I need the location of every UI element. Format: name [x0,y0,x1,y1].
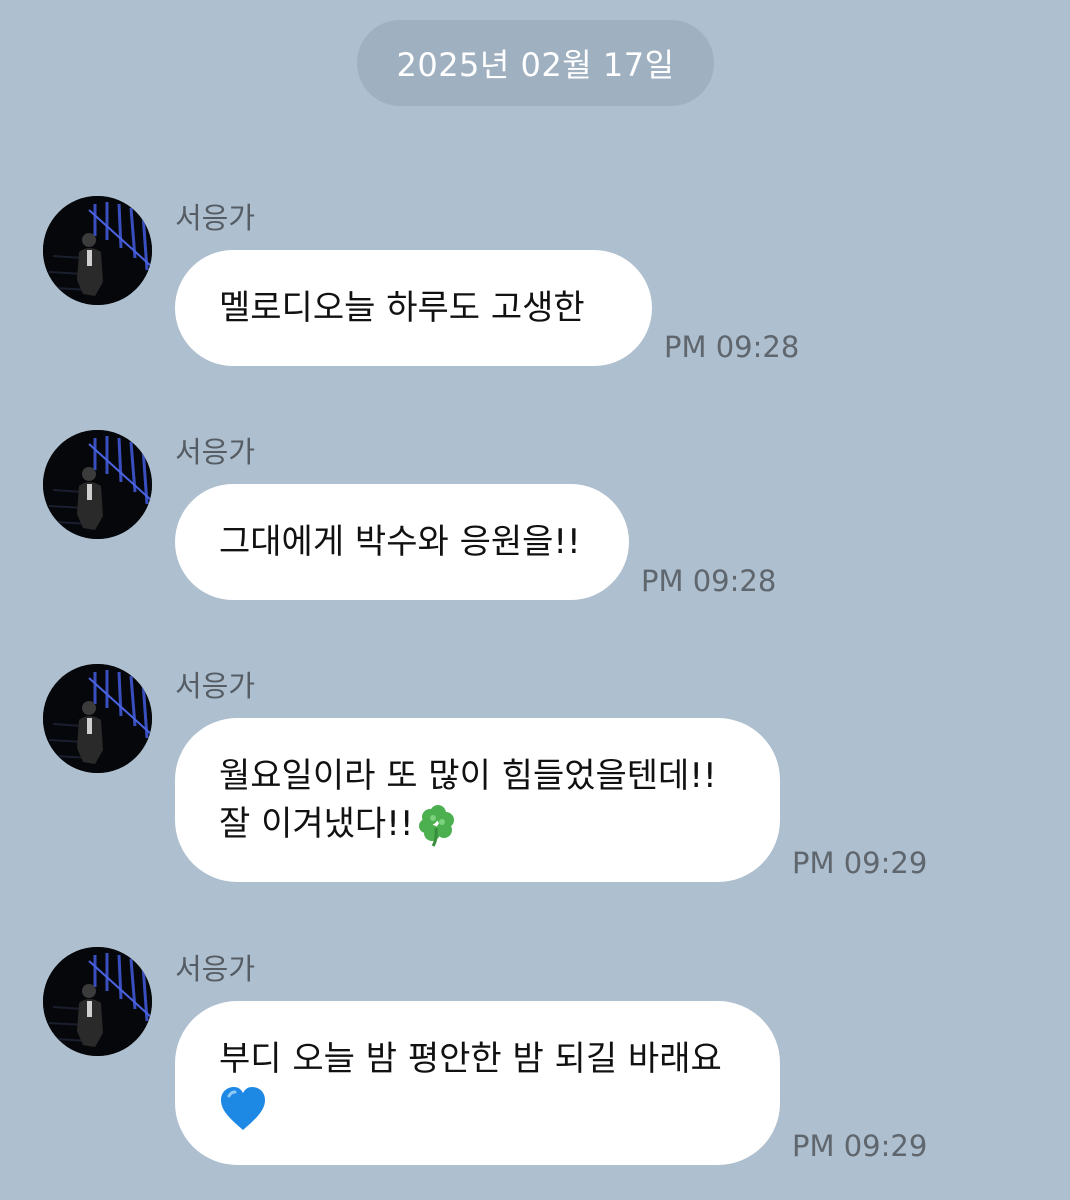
message-emoji-line [219,1083,736,1132]
message-bubble[interactable]: 부디 오늘 밤 평안한 밤 되길 바래요 [175,1001,780,1165]
message-bubble[interactable]: 그대에게 박수와 응원을!! [175,484,629,600]
message-text: 잘 이겨냈다!! [219,804,414,844]
message-text: 부디 오늘 밤 평안한 밤 되길 바래요 [219,1039,722,1079]
message-text: 그대에게 박수와 응원을!! [219,522,581,562]
message-time: PM 09:29 [792,846,928,880]
message-bubble[interactable]: 월요일이라 또 많이 힘들었을텐데!! 잘 이겨냈다!! [175,718,780,882]
sender-name: 서응가 [175,435,256,469]
sender-avatar[interactable] [43,664,152,773]
message-text-line-with-emoji: 잘 이겨냈다!! [219,800,736,848]
message-text-line: 월요일이라 또 많이 힘들었을텐데!! [219,756,717,796]
message-bubble[interactable]: 멜로디오늘 하루도 고생한 [175,250,652,366]
message-text: 멜로디오늘 하루도 고생한 [219,288,585,328]
sender-name: 서응가 [175,669,256,703]
four-leaf-clover-icon [415,804,459,848]
sender-name: 서응가 [175,952,256,986]
message-time: PM 09:28 [641,564,777,598]
message-time: PM 09:29 [792,1129,928,1163]
date-separator: 2025년 02월 17일 [357,20,714,106]
blue-heart-icon [219,1086,267,1132]
sender-avatar[interactable] [43,430,152,539]
sender-name: 서응가 [175,201,256,235]
message-time: PM 09:28 [664,330,800,364]
sender-avatar[interactable] [43,947,152,1056]
sender-avatar[interactable] [43,196,152,305]
